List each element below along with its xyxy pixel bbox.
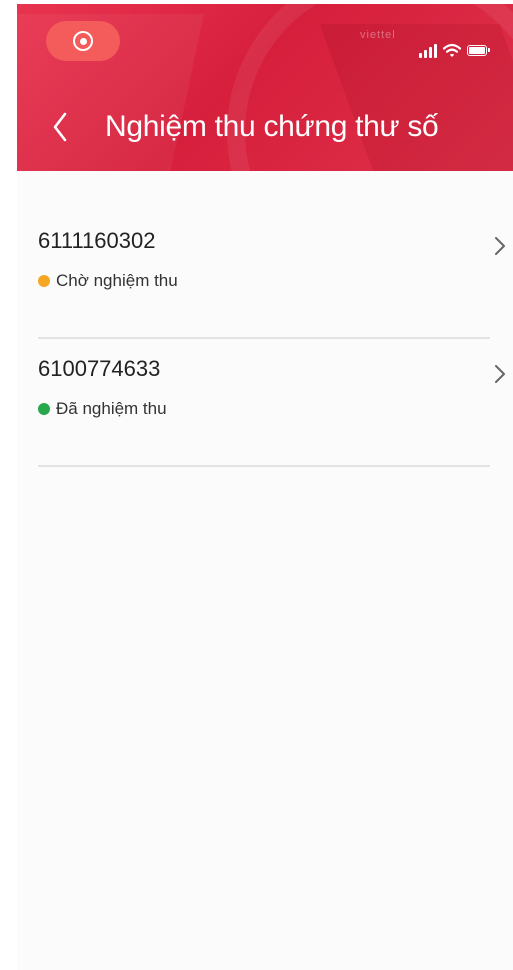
page-title: Nghiệm thu chứng thư số [105, 110, 439, 143]
status-row: Chờ nghiệm thu [38, 271, 178, 291]
header-bar: viettel Nghiệm thu chứng thư số [17, 4, 513, 171]
screen-record-indicator[interactable] [46, 21, 120, 61]
chevron-left-icon [53, 112, 67, 142]
list-item[interactable]: 6100774633 Đã nghiệm thu [17, 299, 513, 427]
status-label: Đã nghiệm thu [56, 399, 167, 418]
certificate-id: 6111160302 [38, 228, 156, 253]
certificate-id: 6100774633 [38, 356, 161, 381]
status-row: Đã nghiệm thu [38, 399, 167, 419]
status-bar-icons [419, 38, 490, 58]
back-button[interactable] [45, 104, 75, 150]
cellular-signal-icon [419, 42, 437, 58]
screen-record-icon [73, 31, 93, 51]
status-dot-icon [38, 275, 50, 287]
list-item[interactable]: 6111160302 Chờ nghiệm thu [17, 171, 513, 299]
chevron-right-icon [495, 237, 505, 255]
app-screen: viettel Nghiệm thu chứng thư số 61111603… [17, 4, 513, 970]
status-label: Chờ nghiệm thu [56, 271, 178, 290]
chevron-right-icon [495, 365, 505, 383]
battery-icon [467, 45, 490, 56]
certificate-list: 6111160302 Chờ nghiệm thu 6100774633 Đã … [17, 171, 513, 467]
status-dot-icon [38, 403, 50, 415]
wifi-icon [443, 43, 461, 57]
divider [38, 465, 490, 467]
brand-watermark: viettel [360, 29, 396, 41]
